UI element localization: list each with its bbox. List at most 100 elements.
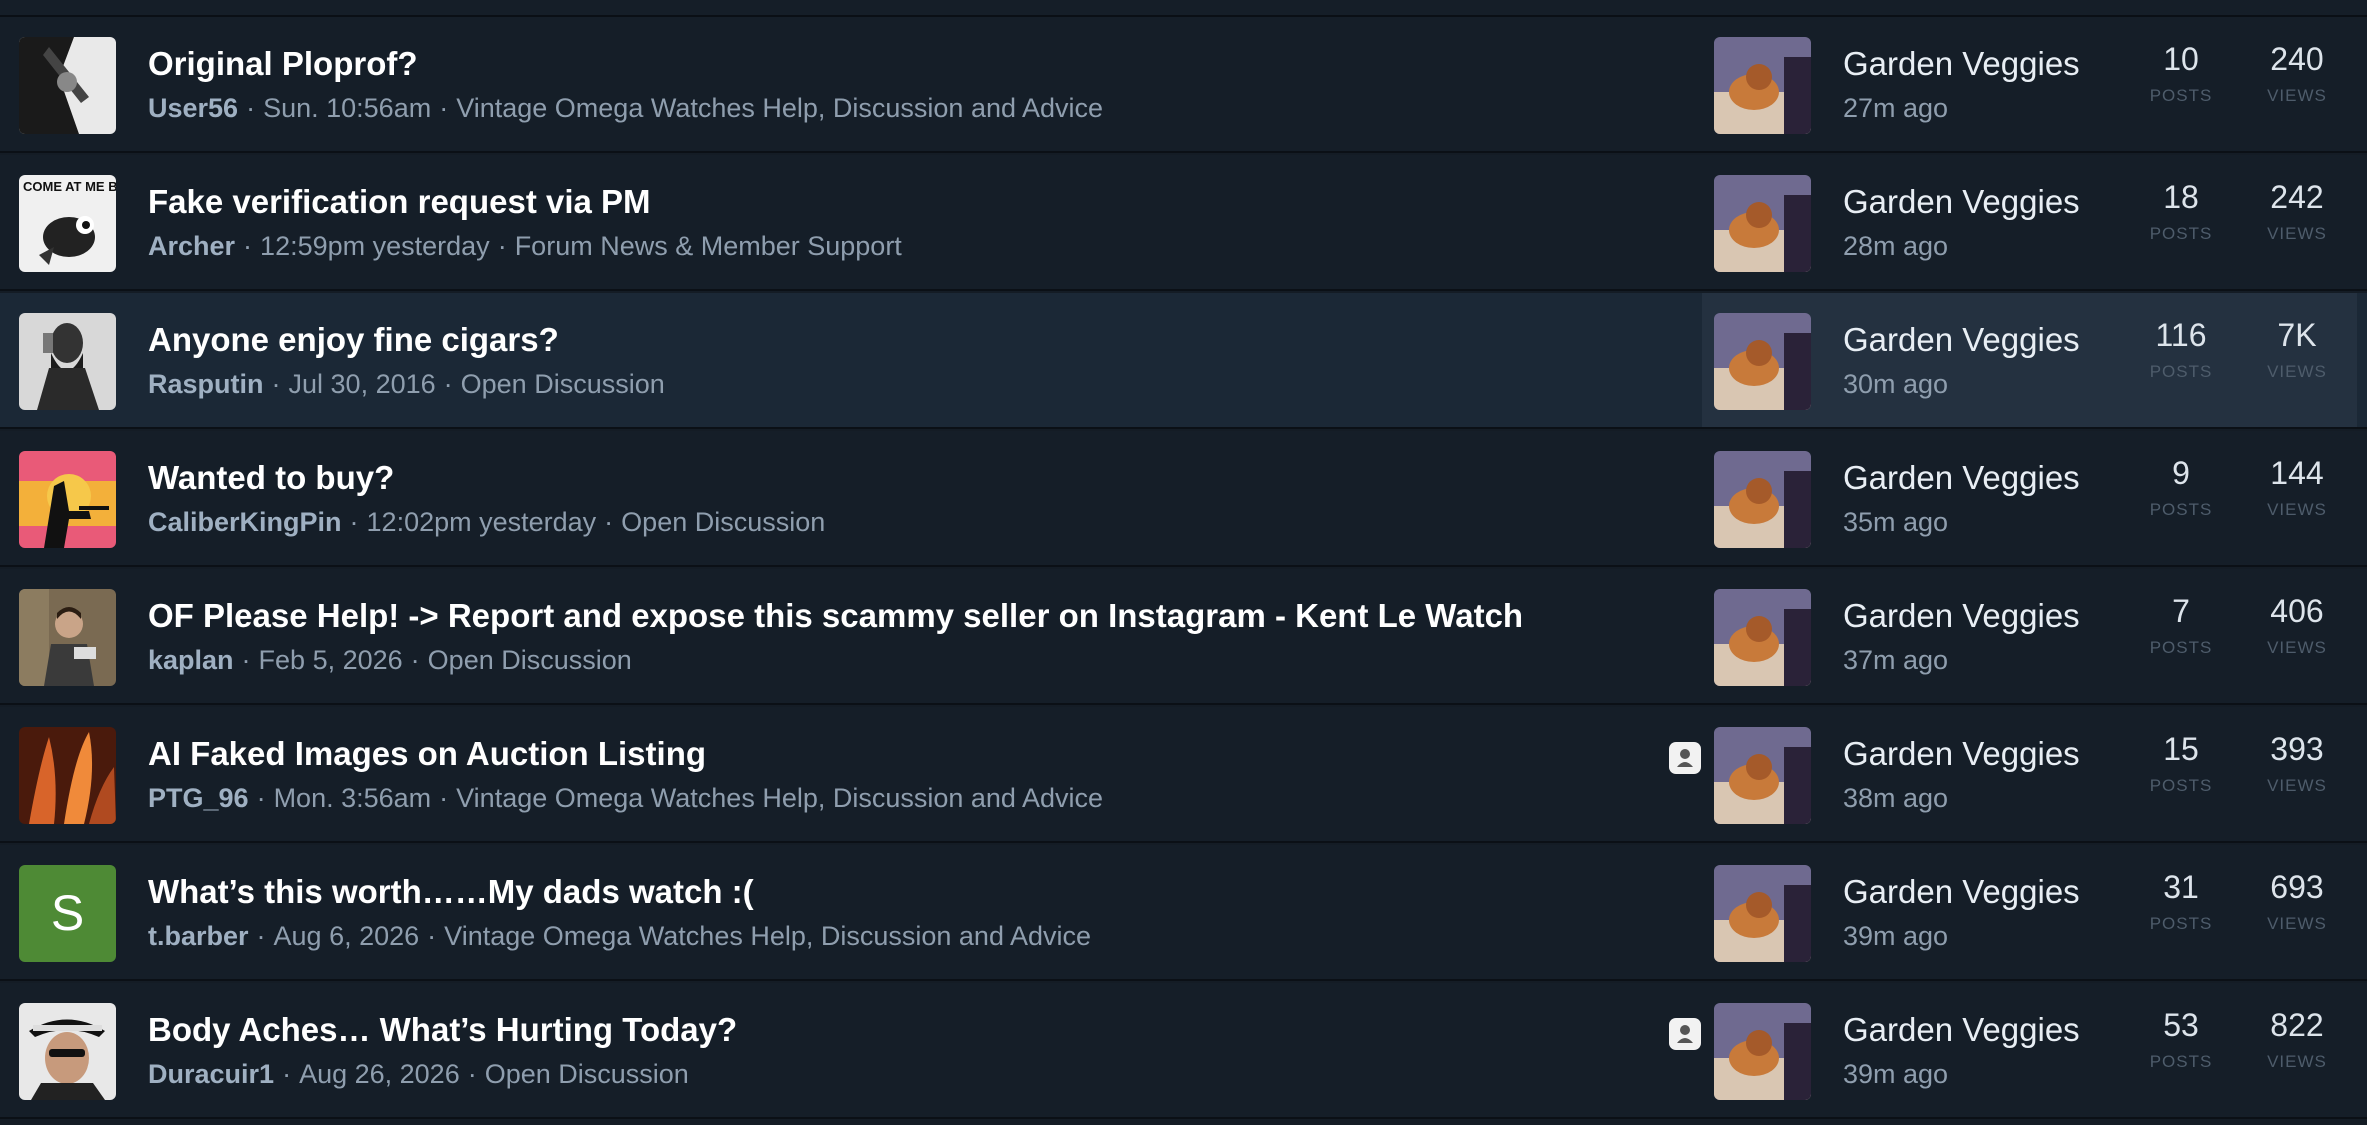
topic-row[interactable]: AI Faked Images on Auction Listing PTG_9…: [0, 707, 2367, 843]
last-poster-avatar[interactable]: [1714, 589, 1811, 686]
topic-row[interactable]: COME AT ME BRO! Fake verification reques…: [0, 155, 2367, 291]
topic-row[interactable]: Body Aches… What’s Hurting Today? Duracu…: [0, 983, 2367, 1119]
last-post-time[interactable]: 35m ago: [1843, 507, 1948, 538]
author-avatar[interactable]: [19, 727, 116, 824]
views-count: 242 VIEWS: [2242, 155, 2352, 244]
last-poster-name[interactable]: Garden Veggies: [1843, 321, 2080, 359]
topic-title[interactable]: AI Faked Images on Auction Listing: [148, 735, 706, 773]
meta-separator: ·: [282, 1059, 292, 1089]
posts-value: 7: [2172, 593, 2190, 629]
last-post-time[interactable]: 38m ago: [1843, 783, 1948, 814]
last-poster-name[interactable]: Garden Veggies: [1843, 735, 2080, 773]
topic-title[interactable]: What’s this worth……My dads watch :(: [148, 873, 754, 911]
topic-row[interactable]: S What’s this worth……My dads watch :( t.…: [0, 845, 2367, 981]
topic-row[interactable]: Anyone enjoy fine cigars? Rasputin · Jul 3…: [0, 293, 2367, 429]
last-poster-name[interactable]: Garden Veggies: [1843, 597, 2080, 635]
author-avatar[interactable]: [19, 313, 116, 410]
last-poster-name[interactable]: Garden Veggies: [1843, 183, 2080, 221]
last-post-time[interactable]: 28m ago: [1843, 231, 1948, 262]
topic-title[interactable]: OF Please Help! -> Report and expose thi…: [148, 597, 1523, 635]
posts-value: 18: [2163, 179, 2199, 215]
meta-separator: ·: [243, 231, 253, 261]
last-poster-avatar[interactable]: [1714, 313, 1811, 410]
views-count: 393 VIEWS: [2242, 707, 2352, 796]
meta-separator: ·: [497, 231, 507, 261]
author-avatar[interactable]: COME AT ME BRO!: [19, 175, 116, 272]
last-post-time[interactable]: 39m ago: [1843, 921, 1948, 952]
topic-category[interactable]: Open Discussion: [485, 1059, 689, 1089]
posts-count: 31 POSTS: [2126, 845, 2236, 934]
topic-row[interactable]: OF Please Help! -> Report and expose thi…: [0, 569, 2367, 705]
meta-separator: ·: [439, 783, 449, 813]
topic-meta: User56 · Sun. 10:56am · Vintage Omega Watche…: [148, 93, 1103, 124]
last-poster-avatar[interactable]: [1714, 865, 1811, 962]
topic-title[interactable]: Wanted to buy?: [148, 459, 394, 497]
views-label: VIEWS: [2267, 224, 2327, 243]
last-post-time[interactable]: 30m ago: [1843, 369, 1948, 400]
last-poster-name[interactable]: Garden Veggies: [1843, 459, 2080, 497]
last-poster-name[interactable]: Garden Veggies: [1843, 873, 2080, 911]
topic-category[interactable]: Vintage Omega Watches Help, Discussion a…: [444, 921, 1091, 951]
last-poster-avatar[interactable]: [1714, 37, 1811, 134]
topic-category[interactable]: Open Discussion: [461, 369, 665, 399]
last-poster-avatar[interactable]: [1714, 727, 1811, 824]
last-post-time[interactable]: 39m ago: [1843, 1059, 1948, 1090]
last-post-time[interactable]: 37m ago: [1843, 645, 1948, 676]
topic-category[interactable]: Vintage Omega Watches Help, Discussion a…: [456, 93, 1103, 123]
views-count: 7K VIEWS: [2242, 293, 2352, 382]
topic-title[interactable]: Fake verification request via PM: [148, 183, 651, 221]
topic-author[interactable]: CaliberKingPin: [148, 507, 342, 537]
views-value: 693: [2270, 869, 2324, 905]
views-value: 242: [2270, 179, 2324, 215]
posts-count: 116 POSTS: [2126, 293, 2236, 382]
topic-author[interactable]: kaplan: [148, 645, 234, 675]
topic-date: Jul 30, 2016: [288, 369, 436, 399]
meta-separator: ·: [271, 369, 281, 399]
views-label: VIEWS: [2267, 914, 2327, 933]
author-avatar[interactable]: [19, 37, 116, 134]
last-post-time[interactable]: 27m ago: [1843, 93, 1948, 124]
author-avatar[interactable]: [19, 589, 116, 686]
topic-category[interactable]: Open Discussion: [428, 645, 632, 675]
topic-author[interactable]: Rasputin: [148, 369, 264, 399]
topic-row[interactable]: Wanted to buy? CaliberKingPin · 12:02pm ye…: [0, 431, 2367, 567]
last-poster-avatar[interactable]: [1714, 451, 1811, 548]
author-avatar[interactable]: [19, 451, 116, 548]
last-poster-avatar[interactable]: [1714, 175, 1811, 272]
author-avatar[interactable]: [19, 1003, 116, 1100]
views-count: 693 VIEWS: [2242, 845, 2352, 934]
views-value: 144: [2270, 455, 2324, 491]
meta-separator: ·: [241, 645, 251, 675]
topic-author[interactable]: t.barber: [148, 921, 249, 951]
topic-meta: Rasputin · Jul 30, 2016 · Open Discussion: [148, 369, 665, 400]
meta-separator: ·: [467, 1059, 477, 1089]
posts-count: 18 POSTS: [2126, 155, 2236, 244]
topic-author[interactable]: Archer: [148, 231, 235, 261]
topic-title[interactable]: Anyone enjoy fine cigars?: [148, 321, 559, 359]
topic-author[interactable]: User56: [148, 93, 238, 123]
last-poster-name[interactable]: Garden Veggies: [1843, 45, 2080, 83]
topic-author[interactable]: PTG_96: [148, 783, 249, 813]
topic-date: Aug 6, 2026: [273, 921, 420, 951]
posts-value: 53: [2163, 1007, 2199, 1043]
views-label: VIEWS: [2267, 86, 2327, 105]
meta-separator: ·: [349, 507, 359, 537]
views-count: 144 VIEWS: [2242, 431, 2352, 520]
views-label: VIEWS: [2267, 500, 2327, 519]
avatar-caption: COME AT ME BRO!: [23, 179, 116, 194]
topic-title[interactable]: Body Aches… What’s Hurting Today?: [148, 1011, 737, 1049]
last-poster-avatar[interactable]: [1714, 1003, 1811, 1100]
topic-category[interactable]: Open Discussion: [621, 507, 825, 537]
topic-category[interactable]: Forum News & Member Support: [515, 231, 902, 261]
topic-category[interactable]: Vintage Omega Watches Help, Discussion a…: [456, 783, 1103, 813]
meta-separator: ·: [246, 93, 256, 123]
posts-label: POSTS: [2149, 362, 2213, 381]
meta-separator: ·: [427, 921, 437, 951]
topic-author[interactable]: Duracuir1: [148, 1059, 274, 1089]
letter-avatar[interactable]: S: [19, 865, 116, 962]
topic-title[interactable]: Original Ploprof?: [148, 45, 418, 83]
meta-separator: ·: [410, 645, 420, 675]
views-label: VIEWS: [2267, 638, 2327, 657]
topic-row[interactable]: Original Ploprof? User56 · Sun. 10:56am · Vi…: [0, 17, 2367, 153]
last-poster-name[interactable]: Garden Veggies: [1843, 1011, 2080, 1049]
